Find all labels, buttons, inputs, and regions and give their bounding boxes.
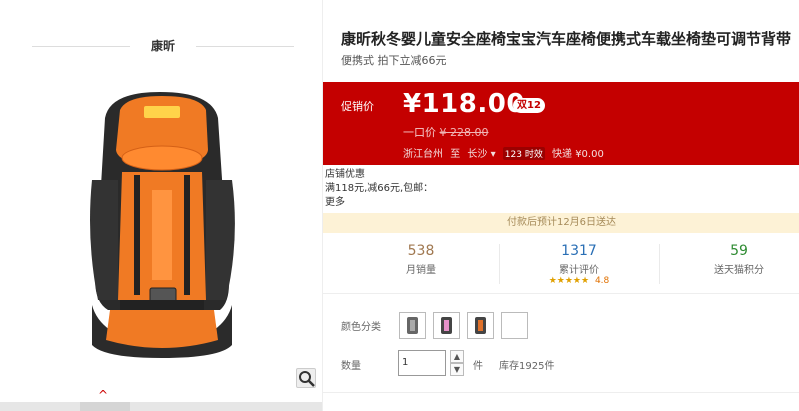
- reviews-num[interactable]: 1317: [499, 243, 659, 259]
- divider: [323, 392, 799, 393]
- rating-stars: ★★★★★ 4.8: [499, 276, 659, 286]
- color-swatch-black[interactable]: [399, 312, 426, 339]
- magnifier-icon: [299, 371, 315, 387]
- chevron-down-icon[interactable]: ▾: [491, 149, 496, 160]
- seat-thumb-icon: [475, 317, 486, 334]
- quantity-stepper[interactable]: ▲ ▼: [450, 350, 464, 376]
- product-info-panel: 康昕秋冬婴儿童安全座椅宝宝汽车座椅便携式车载坐椅垫可调节背带 便携式 拍下立减6…: [322, 0, 799, 411]
- ship-method: 快递 ¥0.00: [552, 149, 604, 160]
- ship-to-label: 至: [450, 149, 461, 160]
- product-page: 康昕 ^ 康昕秋冬婴儿童安全座椅宝宝汽车座椅便携式车载坐椅垫可调节背带 便携式 …: [0, 0, 799, 411]
- site-watermark: 08 搜 家: [590, 335, 700, 368]
- monthly-sales-num: 538: [407, 243, 435, 259]
- tmall-points: 59 送天猫积分: [659, 238, 799, 276]
- zoom-button[interactable]: [296, 368, 316, 388]
- ship-time-badge: 123 时效: [502, 147, 545, 160]
- monthly-sales: 538 月销量: [341, 238, 501, 276]
- chevron-down-icon[interactable]: ▼: [450, 363, 464, 376]
- thumbnail-strip: [0, 402, 322, 411]
- color-category-label: 颜色分类: [341, 322, 381, 333]
- monthly-sales-label: 月销量: [406, 265, 436, 276]
- chevron-up-icon[interactable]: ^: [98, 388, 108, 402]
- shipping-info: 浙江台州 至 长沙 ▾ 123 时效 快递 ¥0.00: [403, 145, 604, 160]
- ship-from: 浙江台州: [403, 149, 443, 160]
- quantity-input[interactable]: 1: [398, 350, 446, 376]
- double12-badge: 双12: [513, 98, 545, 113]
- original-price-label: 一口价: [403, 126, 436, 139]
- original-price: 一口价 ¥ 228.00: [403, 124, 488, 140]
- rating-value: 4.8: [594, 276, 610, 286]
- promo-price: ¥118.00: [403, 89, 525, 119]
- stock-count: 库存1925件: [499, 361, 555, 372]
- thumbnail-selected[interactable]: [80, 402, 130, 411]
- delivery-estimate: 付款后预计12月6日送达: [323, 213, 799, 233]
- store-discount: 店铺优惠 满118元,减66元,包邮： 更多: [325, 168, 433, 210]
- ship-to-select[interactable]: 长沙: [467, 149, 487, 160]
- divider: [323, 293, 799, 294]
- quantity-label: 数量: [341, 361, 361, 372]
- gallery-panel: 康昕 ^: [0, 0, 322, 411]
- color-swatch-empty[interactable]: [501, 312, 528, 339]
- points-label: 送天猫积分: [714, 265, 764, 276]
- product-subtitle: 便携式 拍下立减66元: [341, 54, 447, 67]
- points-num: 59: [730, 243, 748, 259]
- price-box: 促销价 ¥118.00 双12 一口价 ¥ 228.00 浙江台州 至 长沙 ▾…: [323, 82, 799, 165]
- seat-thumb-icon: [407, 317, 418, 334]
- star-icon: ★★★★★: [548, 276, 590, 286]
- seat-thumb-icon: [441, 317, 452, 334]
- original-price-value: ¥ 228.00: [439, 126, 489, 139]
- product-title: 康昕秋冬婴儿童安全座椅宝宝汽车座椅便携式车载坐椅垫可调节背带: [341, 30, 792, 48]
- store-discount-title: 店铺优惠: [325, 169, 365, 180]
- stats-bar: 538 月销量 1317 累计评价 ★★★★★ 4.8 59 送天猫积分: [323, 238, 799, 290]
- cumulative-reviews[interactable]: 1317 累计评价 ★★★★★ 4.8: [499, 238, 659, 286]
- store-discount-detail: 满118元,减66元,包邮：: [325, 183, 434, 194]
- reviews-label: 累计评价: [559, 265, 599, 276]
- more-link[interactable]: 更多: [325, 196, 433, 210]
- color-swatch-pink[interactable]: [433, 312, 460, 339]
- quantity-unit: 件: [473, 361, 483, 372]
- product-image[interactable]: [0, 0, 322, 411]
- promo-price-label: 促销价: [341, 100, 374, 113]
- color-swatch-orange[interactable]: [467, 312, 494, 339]
- chevron-up-icon[interactable]: ▲: [450, 350, 464, 363]
